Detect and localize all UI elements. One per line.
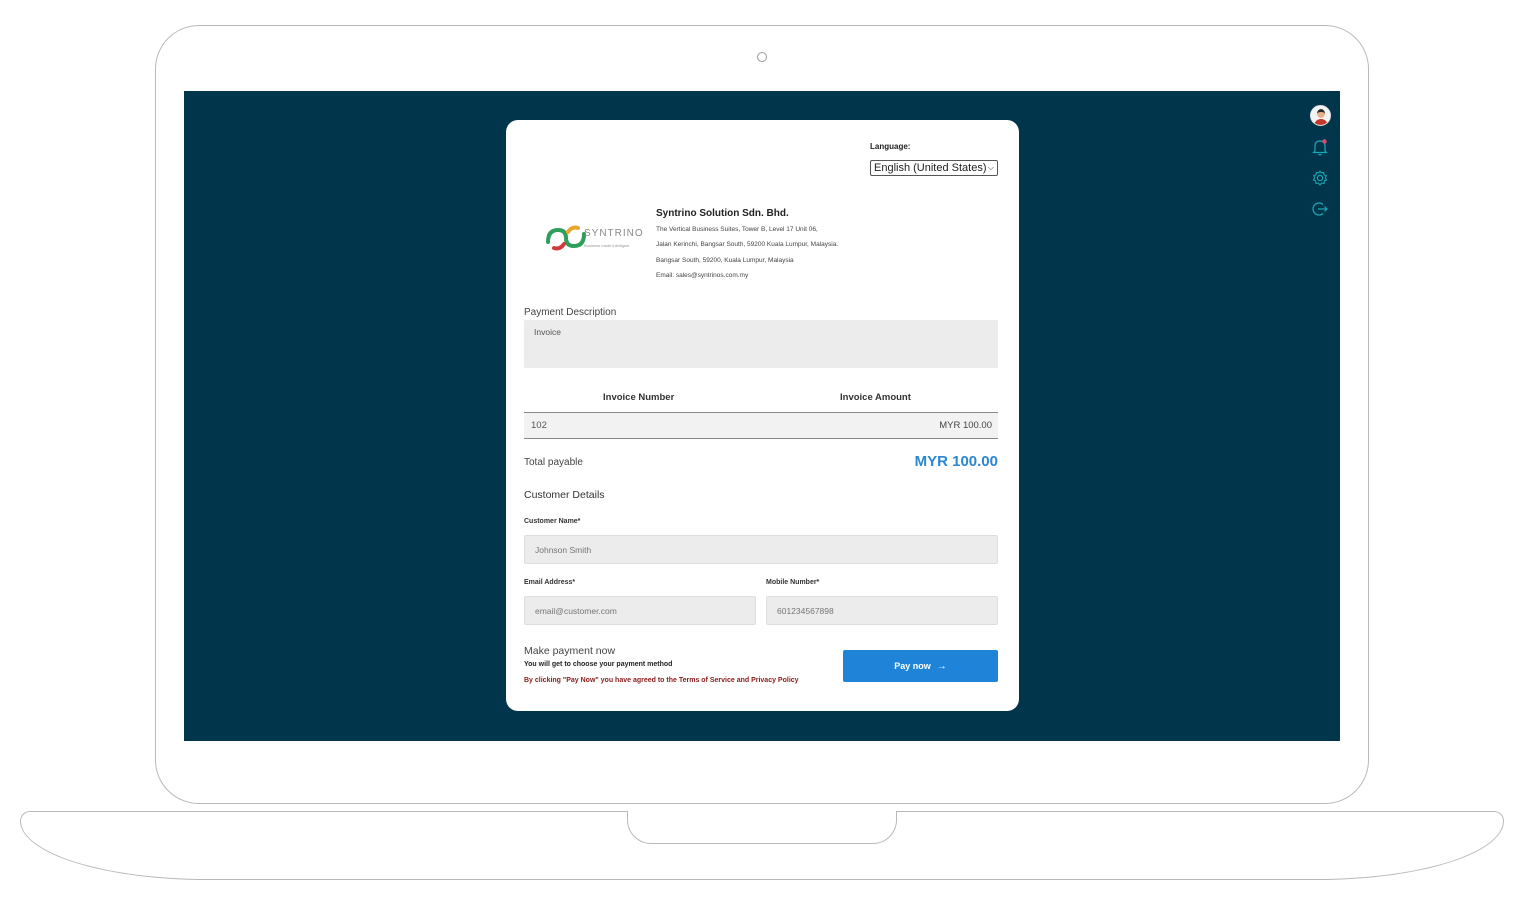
screen: Language: English (United States) ⌵ SYNT… (184, 91, 1340, 741)
payment-method-note: You will get to choose your payment meth… (524, 661, 673, 668)
right-toolbar (1309, 105, 1331, 219)
avatar[interactable] (1309, 105, 1331, 126)
logout-icon[interactable] (1310, 199, 1330, 219)
pay-now-button[interactable]: Pay now → (843, 650, 998, 682)
company-name: Syntrino Solution Sdn. Bhd. (656, 208, 789, 219)
language-label: Language: (870, 142, 911, 151)
language-selected: English (United States) (874, 162, 987, 174)
address-line: The Vertical Business Suites, Tower B, L… (656, 226, 818, 233)
payment-card: Language: English (United States) ⌵ SYNT… (506, 120, 1019, 711)
mobile-label: Mobile Number* (766, 579, 820, 586)
logo-text: SYNTRINO (584, 228, 644, 239)
payment-description-label: Payment Description (524, 307, 617, 318)
address-line: Jalan Kerinchi, Bangsar South, 59200 Kua… (656, 241, 839, 248)
total-payable-value: MYR 100.00 (914, 453, 998, 470)
email-label: Email Address* (524, 579, 576, 586)
invoice-number-header: Invoice Number (603, 392, 675, 403)
company-email: Email: sales@syntrinos.com.my (656, 272, 749, 279)
logo-tagline: Business made intelligent (584, 243, 630, 248)
invoice-amount-cell: MYR 100.00 (939, 420, 992, 431)
pay-now-label: Pay now (894, 661, 931, 671)
customer-name-input[interactable] (524, 535, 998, 564)
language-select[interactable]: English (United States) ⌵ (870, 160, 998, 176)
total-payable-label: Total payable (524, 457, 583, 468)
laptop-mockup: Language: English (United States) ⌵ SYNT… (0, 0, 1524, 905)
customer-name-label: Customer Name* (524, 518, 581, 525)
mobile-input[interactable] (766, 596, 998, 625)
terms-note: By clicking "Pay Now" you have agreed to… (524, 677, 799, 684)
gear-icon[interactable] (1310, 168, 1330, 188)
invoice-number-cell: 102 (531, 420, 547, 431)
chevron-down-icon: ⌵ (987, 163, 994, 172)
address-line: Bangsar South, 59200, Kuala Lumpur, Mala… (656, 257, 794, 264)
make-payment-heading: Make payment now (524, 645, 616, 657)
invoice-amount-header: Invoice Amount (840, 392, 911, 403)
laptop-notch (627, 811, 897, 844)
arrow-right-icon: → (936, 660, 947, 672)
bell-icon[interactable] (1310, 137, 1330, 157)
email-input[interactable] (524, 596, 756, 625)
camera-icon (757, 52, 767, 62)
customer-details-heading: Customer Details (524, 489, 605, 501)
table-row: 102 MYR 100.00 (524, 412, 998, 439)
payment-description-box: Invoice (524, 320, 998, 368)
